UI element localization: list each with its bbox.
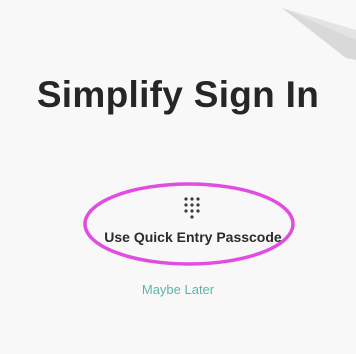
passcode-button-label: Use Quick Entry Passcode	[104, 229, 282, 245]
quick-entry-passcode-button[interactable]: Use Quick Entry Passcode	[91, 186, 295, 260]
sign-in-screen: Simplify Sign In Use Quick Entry Passcod…	[0, 0, 356, 354]
keypad-icon	[184, 197, 200, 219]
arrow-icon	[282, 8, 356, 60]
maybe-later-link[interactable]: Maybe Later	[0, 282, 356, 297]
page-title: Simplify Sign In	[36, 74, 320, 115]
